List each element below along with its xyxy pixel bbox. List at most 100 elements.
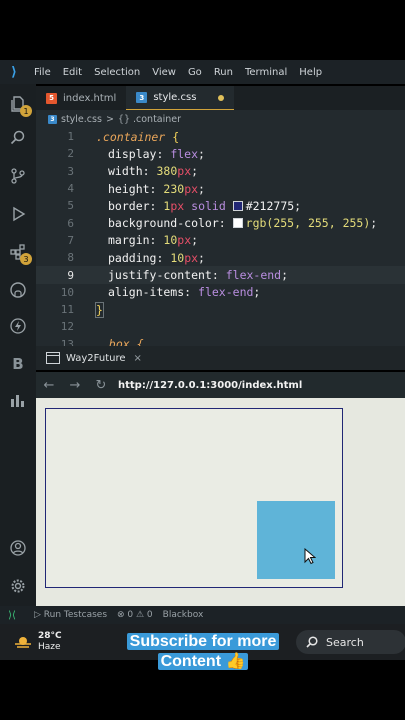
code-line: 4 height: 230px; [36, 180, 405, 197]
taskbar-search[interactable]: Search [296, 630, 405, 654]
browser-tab-title: Way2Future [66, 352, 126, 364]
problems-count[interactable]: ⊗ 0 ⚠ 0 [117, 610, 153, 620]
css-property: padding [108, 250, 157, 265]
weather-condition: Haze [38, 642, 61, 652]
breadcrumb: 3 style.css > {} .container [36, 110, 405, 128]
unsaved-dot-icon[interactable] [218, 94, 225, 101]
line-number: 10 [60, 285, 74, 299]
css-selector: .container [96, 129, 166, 144]
color-swatch-icon[interactable] [232, 200, 243, 211]
blackbox-status[interactable]: Blackbox [163, 610, 204, 620]
github-icon[interactable] [8, 280, 28, 300]
tab-label: style.css [153, 92, 197, 103]
code-line: 12 [36, 318, 405, 335]
menu-selection[interactable]: Selection [88, 67, 146, 78]
css-property: margin [108, 233, 150, 248]
code-line: 1 .container { [36, 128, 405, 145]
line-number: 12 [60, 320, 74, 334]
menu-edit[interactable]: Edit [57, 67, 88, 78]
code-line: 6 background-color: rgb(255, 255, 255); [36, 215, 405, 232]
line-number: 5 [67, 199, 74, 213]
line-number: 3 [67, 164, 74, 178]
code-line-current: 9 justify-content: flex-end; [36, 266, 405, 284]
caption-line-2: Content 👍 [157, 653, 249, 670]
css-number: 10 [170, 250, 185, 265]
css-file-icon: 3 [48, 114, 57, 124]
settings-gear-icon[interactable] [8, 576, 28, 596]
breadcrumb-symbol[interactable]: .container [133, 114, 181, 125]
reload-icon[interactable]: ↻ [88, 378, 114, 393]
flex-container [45, 408, 343, 588]
css-unit: px [184, 181, 199, 196]
css-property: width [108, 164, 143, 179]
source-control-icon[interactable] [8, 166, 28, 186]
line-number: 2 [67, 147, 74, 161]
open-brace: { [172, 129, 180, 144]
css-unit: px [177, 164, 192, 179]
breadcrumb-separator: > [105, 113, 114, 125]
line-number: 7 [67, 233, 74, 247]
css-property: justify-content [108, 268, 212, 283]
color-swatch-icon[interactable] [232, 218, 243, 229]
symbol-icon: {} [117, 113, 130, 125]
mouse-pointer-icon [304, 548, 316, 565]
search-icon [306, 636, 318, 648]
weather-widget[interactable]: 28°C Haze [14, 631, 62, 653]
search-icon[interactable] [8, 128, 28, 148]
menu-help[interactable]: Help [293, 67, 328, 78]
explorer-badge: 1 [20, 105, 32, 117]
menu-file[interactable]: File [28, 67, 57, 78]
css-color-value: #212775 [245, 198, 295, 213]
line-number: 13 [60, 337, 74, 346]
code-line: 11 } [36, 301, 405, 318]
explorer-icon[interactable]: 1 [8, 94, 32, 117]
status-bar: ⟩⟨ ▷ Run Testcases ⊗ 0 ⚠ 0 Blackbox [0, 606, 405, 624]
subscribe-caption: Subscribe for more Content 👍 [120, 632, 286, 672]
close-icon[interactable]: × [134, 353, 142, 364]
lightning-icon[interactable] [8, 316, 28, 336]
close-brace: } [95, 301, 104, 318]
breadcrumb-file[interactable]: style.css [61, 114, 102, 125]
code-editor[interactable]: 1 .container { 2 display: flex; 3 width:… [36, 128, 405, 346]
css-unit: px [184, 250, 199, 265]
run-debug-icon[interactable] [8, 204, 28, 224]
css-property: background-color [108, 216, 219, 231]
menu-run[interactable]: Run [208, 67, 239, 78]
css-value: rgb(255, 255, 255) [245, 216, 371, 231]
line-number: 11 [60, 303, 74, 317]
tab-index-html[interactable]: 5 index.html [36, 86, 126, 110]
css-value: flex-end [198, 285, 254, 300]
extensions-badge: 3 [20, 253, 32, 265]
menu-terminal[interactable]: Terminal [239, 67, 293, 78]
css-property: align-items [108, 285, 185, 300]
flex-box [257, 501, 335, 579]
extensions-icon[interactable]: 3 [8, 242, 32, 265]
code-line: 3 width: 380px; [36, 163, 405, 180]
url-input[interactable]: http://127.0.0.1:3000/index.html [118, 380, 302, 391]
line-number: 1 [67, 130, 74, 144]
screen: ⟩ File Edit Selection View Go Run Termin… [0, 0, 405, 720]
menu-bar: ⟩ File Edit Selection View Go Run Termin… [0, 60, 405, 84]
run-testcases[interactable]: ▷ Run Testcases [34, 610, 107, 620]
haze-weather-icon [15, 637, 31, 648]
caption-line-1: Subscribe for more [126, 633, 280, 650]
code-line: 13 .box { [36, 336, 405, 346]
remote-icon[interactable]: ⟩⟨ [0, 610, 24, 621]
chart-icon[interactable] [8, 390, 28, 410]
blackbox-icon[interactable]: B [8, 354, 28, 374]
code-line: 10 align-items: flex-end; [36, 284, 405, 301]
css-number: 10 [163, 233, 178, 248]
forward-icon[interactable]: → [62, 378, 88, 393]
line-number: 8 [67, 251, 74, 265]
menu-view[interactable]: View [146, 67, 182, 78]
account-icon[interactable] [8, 538, 28, 558]
tab-style-css[interactable]: 3 style.css [126, 86, 235, 110]
browser-tab[interactable]: Way2Future × [36, 346, 405, 370]
back-icon[interactable]: ← [36, 378, 62, 393]
css-value: flex-end [225, 268, 282, 283]
browser-nav: ← → ↻ http://127.0.0.1:3000/index.html [36, 372, 405, 398]
css-selector: .box { [102, 337, 144, 346]
css-unit: px [170, 198, 185, 213]
menu-go[interactable]: Go [182, 67, 208, 78]
code-line: 5 border: 1px solid #212775; [36, 197, 405, 214]
